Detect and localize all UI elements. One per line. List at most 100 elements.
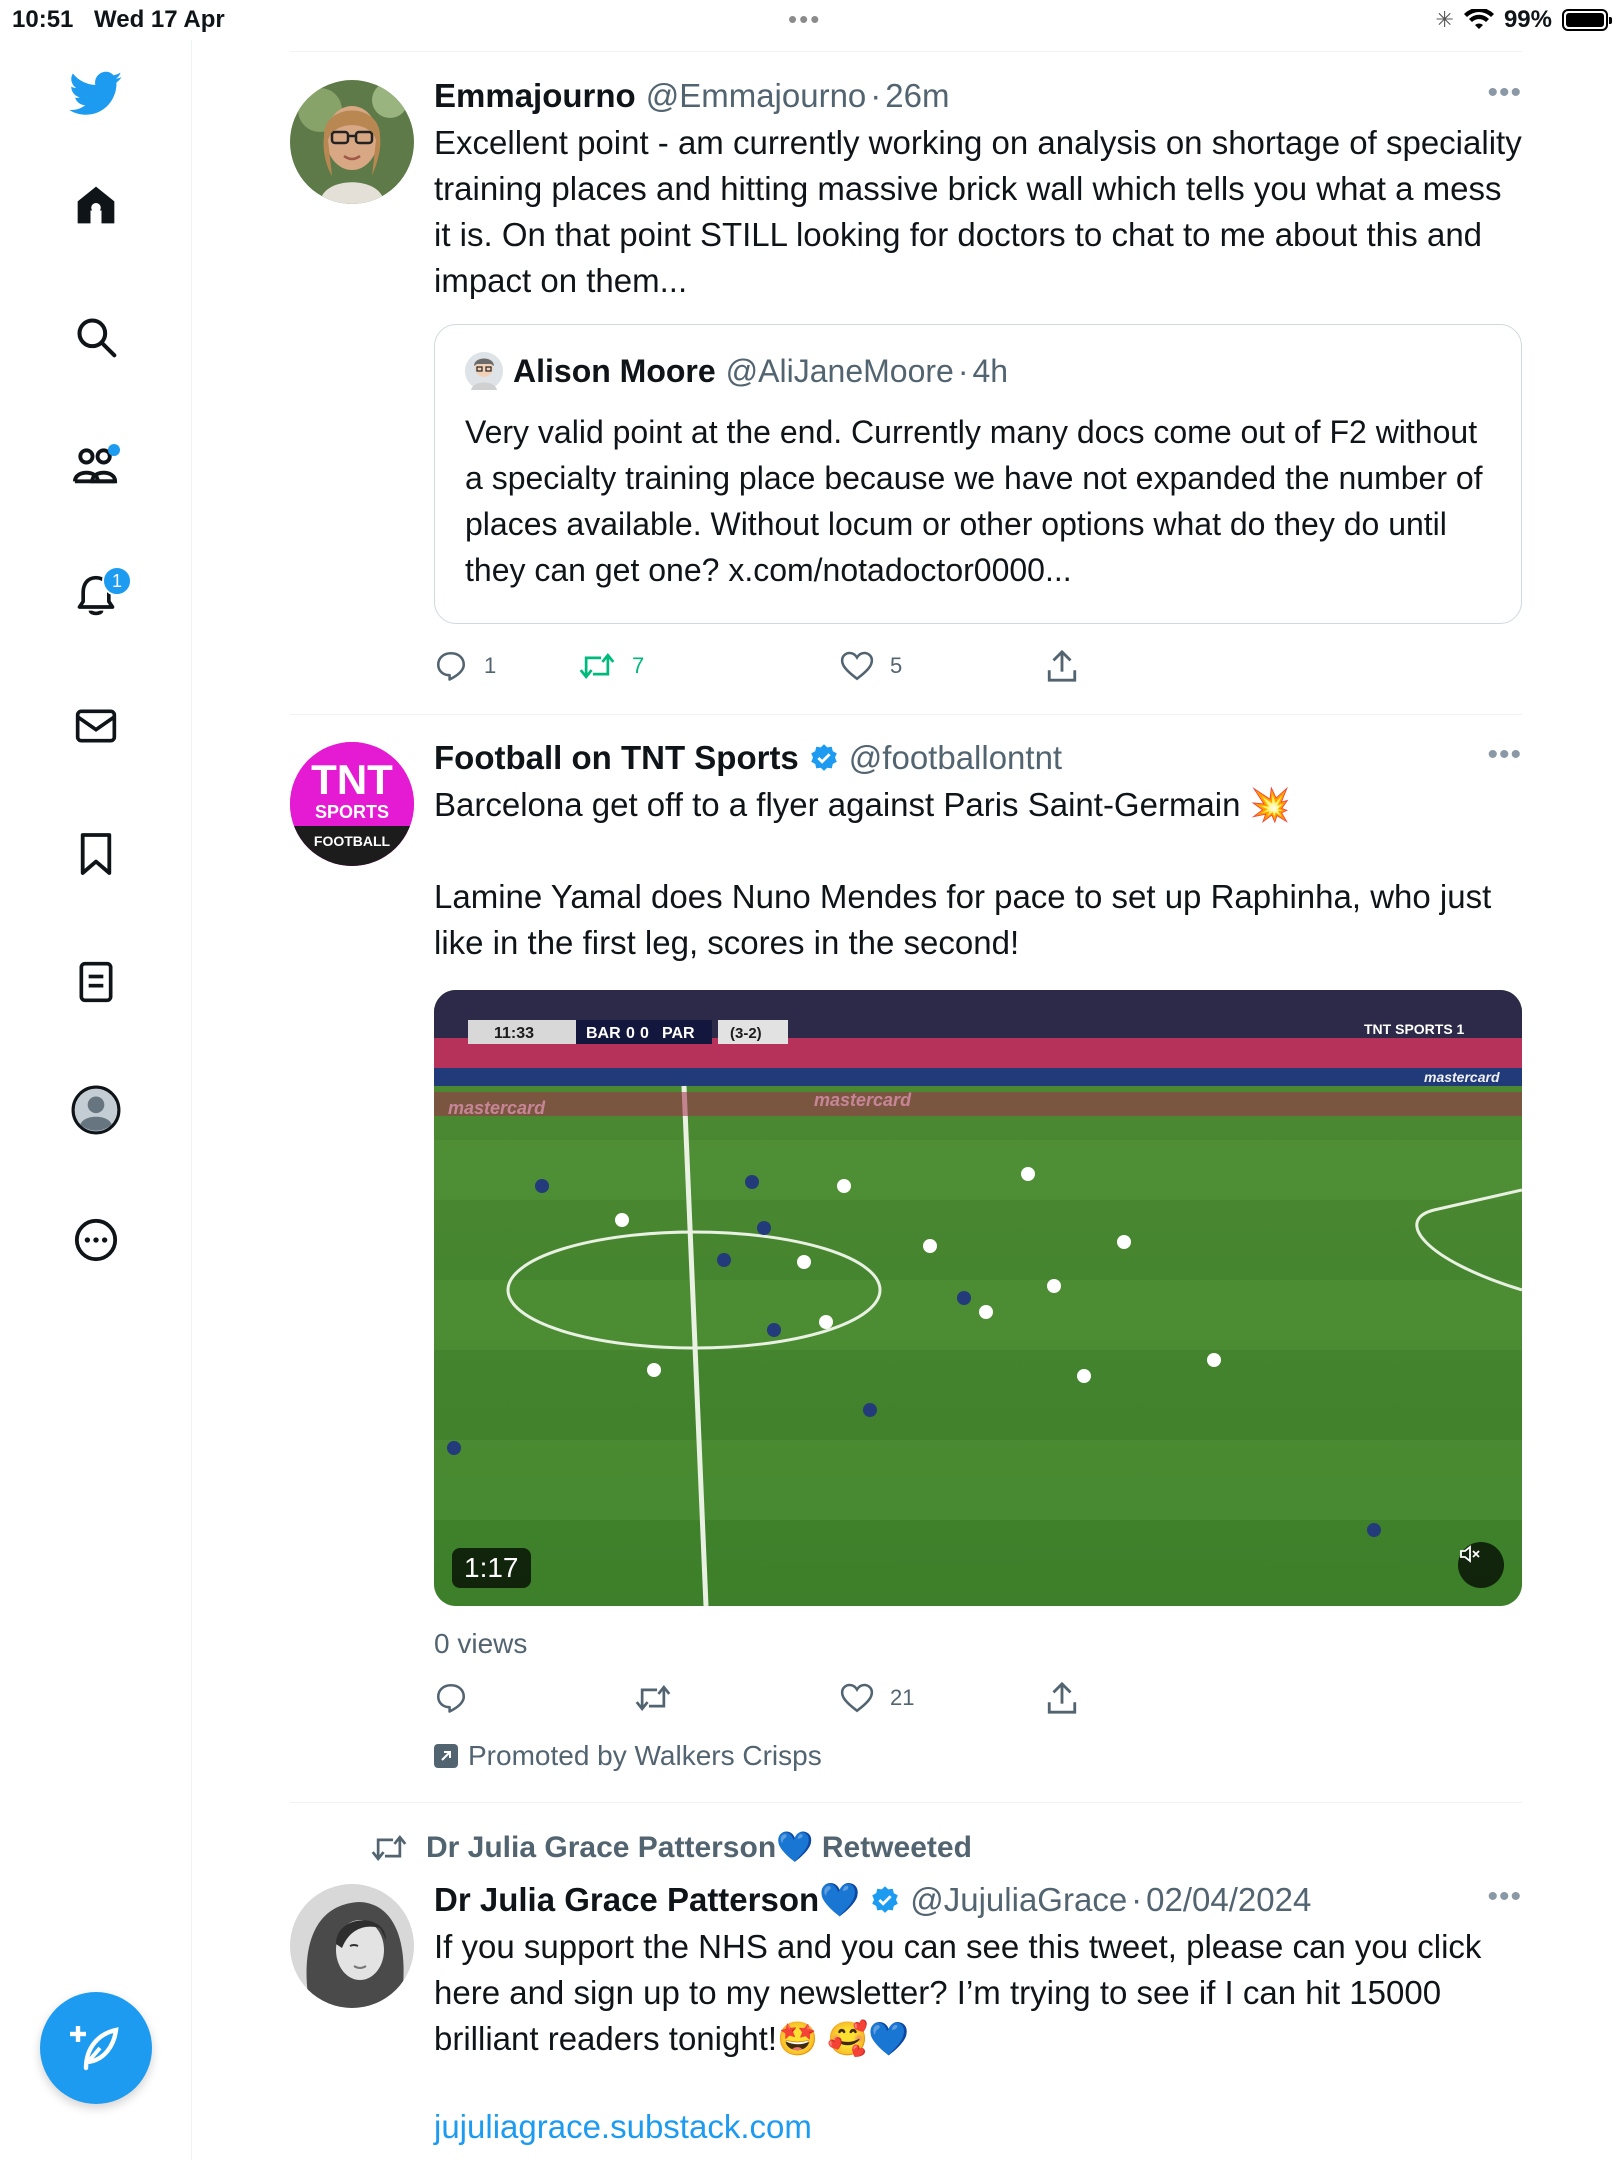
speaker-muted-icon	[1460, 1545, 1480, 1563]
author-name[interactable]: Emmajourno	[434, 76, 636, 116]
compose-feather-icon	[70, 2026, 119, 2071]
tweet-header: Emmajourno @Emmajourno · 26m	[434, 76, 1522, 116]
communities-new-dot	[108, 444, 120, 456]
quoted-author-name: Alison Moore	[513, 353, 716, 389]
video-home-score: 0	[626, 1025, 635, 1042]
tweet-text: Excellent point - am currently working o…	[434, 124, 1522, 299]
quoted-tweet-text: Very valid point at the end. Currently m…	[465, 414, 1483, 588]
retweet-icon	[579, 652, 615, 680]
share-button[interactable]	[1046, 1678, 1078, 1718]
heart-icon	[840, 651, 874, 681]
notification-count-badge: 1	[102, 566, 132, 596]
share-button[interactable]	[1046, 646, 1078, 686]
tweet-time[interactable]: 26m	[885, 76, 949, 116]
retweet-button[interactable]: 7	[578, 646, 644, 686]
status-bar: 10:51 Wed 17 Apr ••• ✳ 99%	[0, 0, 1620, 40]
tweet-divider	[290, 714, 1522, 715]
compose-tweet-button[interactable]	[40, 1992, 152, 2104]
avatar-sports-text: SPORTS	[315, 802, 389, 822]
lists-icon[interactable]	[68, 954, 124, 1010]
verified-badge-icon	[811, 744, 837, 771]
messages-envelope-icon[interactable]	[68, 698, 124, 754]
dot-separator: ·	[1131, 1881, 1143, 1918]
battery-percent: 99%	[1503, 6, 1552, 33]
more-options-icon[interactable]: •••	[1487, 738, 1522, 772]
tweet-text: If you support the NHS and you can see t…	[434, 1928, 1482, 2057]
reply-button[interactable]: 1	[434, 646, 496, 686]
more-options-icon[interactable]: •••	[1487, 1880, 1522, 1914]
avatar[interactable]	[290, 1884, 414, 2008]
avatar-tnt-text: TNT	[311, 756, 393, 803]
battery-icon	[1562, 9, 1612, 31]
tweet-date[interactable]: 02/04/2024	[1146, 1880, 1311, 1920]
promoted-text: Promoted by Walkers Crisps	[468, 1740, 822, 1771]
retweet-button[interactable]	[634, 1678, 672, 1718]
tweet-actions: 21	[434, 1678, 1522, 1728]
retweet-small-icon	[371, 1834, 407, 1861]
tweet-header: Football on TNT Sports @footballontnt	[434, 738, 1522, 778]
reply-count: 1	[484, 653, 497, 678]
retweeted-by-row[interactable]: Dr Julia Grace Patterson💙 Retweeted	[370, 1830, 972, 1865]
like-count: 21	[890, 1685, 915, 1710]
video-away-team: PAR	[662, 1025, 695, 1042]
author-handle[interactable]: @footballontnt	[849, 738, 1062, 778]
video-player[interactable]: 11:33 BAR 0 0 PAR (3-2) TNT SPORTS 1 mas…	[434, 990, 1522, 1606]
status-time: 10:51	[12, 6, 74, 33]
like-button[interactable]: 21	[840, 1678, 914, 1718]
reply-icon	[436, 1683, 466, 1713]
multitasking-dots-icon[interactable]: •••	[788, 4, 821, 35]
video-home-team: BAR	[586, 1025, 621, 1042]
video-away-score: 0	[640, 1025, 649, 1042]
video-duration: 1:17	[452, 1548, 531, 1588]
newsletter-link[interactable]: jujuliagrace.substack.com	[434, 2108, 1522, 2146]
reply-icon	[436, 651, 466, 681]
retweet-icon	[635, 1684, 671, 1712]
mute-button[interactable]	[1458, 1542, 1504, 1588]
avatar[interactable]: TNT SPORTS FOOTBALL	[290, 742, 414, 866]
twitter-logo-icon[interactable]	[68, 66, 124, 122]
author-handle[interactable]: @JujuliaGrace	[910, 1880, 1127, 1920]
tweet-header: Dr Julia Grace Patterson💙 @JujuliaGrace …	[434, 1880, 1522, 1920]
communities-icon[interactable]	[68, 438, 124, 494]
status-right: ✳ 99%	[1435, 6, 1612, 34]
author-handle[interactable]: @Emmajourno	[646, 76, 867, 116]
share-icon	[1047, 649, 1077, 682]
feed-top-divider	[290, 51, 1522, 52]
video-clock: 11:33	[494, 1025, 534, 1042]
author-name[interactable]: Dr Julia Grace Patterson💙	[434, 1880, 860, 1920]
video-ad-board-right: mastercard	[1424, 1069, 1500, 1085]
tweet-divider	[290, 1802, 1522, 1803]
home-icon[interactable]	[68, 177, 124, 233]
promoted-label[interactable]: Promoted by Walkers Crisps	[434, 1740, 1522, 1772]
more-circle-icon[interactable]	[68, 1212, 124, 1268]
tweet-text-line1: Barcelona get off to a flyer against Par…	[434, 786, 1291, 823]
like-count: 5	[890, 653, 903, 678]
loading-spinner-icon: ✳	[1435, 7, 1454, 32]
quoted-tweet-header: Alison Moore @AliJaneMoore · 4h	[465, 351, 1491, 391]
status-date: Wed 17 Apr	[94, 6, 225, 33]
video-frame: 11:33 BAR 0 0 PAR (3-2) TNT SPORTS 1 mas…	[434, 990, 1522, 1606]
quoted-avatar	[465, 352, 503, 390]
quoted-tweet-time: 4h	[972, 353, 1009, 389]
notifications-bell-icon[interactable]: 1	[68, 566, 132, 624]
retweeted-label: Retweeted	[821, 1831, 972, 1864]
quoted-tweet[interactable]: Alison Moore @AliJaneMoore · 4h Very val…	[434, 324, 1522, 624]
video-aggregate: (3-2)	[730, 1025, 762, 1042]
quoted-author-handle: @AliJaneMoore	[725, 353, 954, 389]
author-name[interactable]: Football on TNT Sports	[434, 738, 799, 778]
search-icon[interactable]	[68, 309, 124, 365]
dot-separator: ·	[957, 353, 969, 389]
reply-button[interactable]	[434, 1678, 468, 1718]
bookmark-icon[interactable]	[68, 826, 124, 882]
retweet-count: 7	[632, 653, 645, 678]
retweeter-name: Dr Julia Grace Patterson💙	[426, 1831, 814, 1864]
avatar-football-text: FOOTBALL	[314, 833, 391, 849]
more-options-icon[interactable]: •••	[1487, 76, 1522, 110]
verified-badge-icon	[872, 1886, 898, 1913]
like-button[interactable]: 5	[840, 646, 902, 686]
sidebar: 1	[0, 40, 192, 2160]
video-channel: TNT SPORTS 1	[1364, 1021, 1465, 1037]
profile-avatar-icon[interactable]	[68, 1082, 124, 1138]
tweet-text-line2: Lamine Yamal does Nuno Mendes for pace t…	[434, 878, 1492, 961]
avatar[interactable]	[290, 80, 414, 204]
